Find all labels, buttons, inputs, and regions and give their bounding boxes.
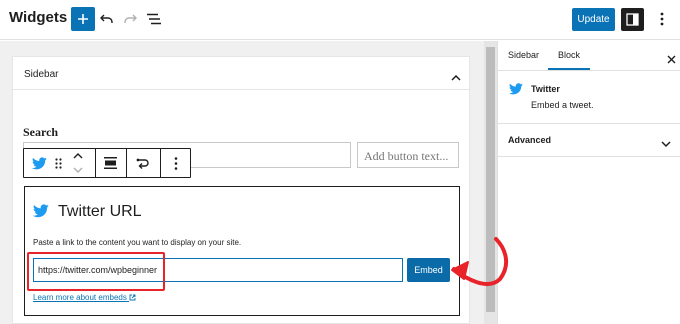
twitter-icon bbox=[33, 204, 49, 218]
replace-icon bbox=[136, 158, 149, 169]
move-down-icon bbox=[73, 167, 83, 173]
update-button[interactable]: Update bbox=[572, 8, 615, 31]
drag-handle-icon bbox=[54, 157, 62, 169]
undo-button[interactable] bbox=[97, 9, 117, 29]
external-link-icon bbox=[129, 294, 136, 301]
add-block-button[interactable] bbox=[71, 7, 95, 31]
learn-more-label: Learn more about embeds bbox=[33, 293, 127, 302]
add-button-text-input[interactable]: Add button text... bbox=[357, 142, 459, 168]
embed-instructions: Paste a link to the content you want to … bbox=[33, 238, 242, 247]
align-icon bbox=[104, 157, 117, 169]
more-options-icon bbox=[660, 12, 664, 26]
block-card-icon bbox=[509, 82, 523, 100]
settings-sidebar-icon bbox=[626, 13, 639, 26]
tab-sidebar[interactable]: Sidebar bbox=[508, 50, 539, 60]
twitter-embed-icon-wrap bbox=[33, 204, 49, 223]
tabs-divider bbox=[498, 70, 680, 71]
advanced-panel-toggle[interactable]: Advanced bbox=[508, 135, 551, 145]
arrow-icon bbox=[451, 237, 509, 286]
chevron-up-icon bbox=[451, 74, 461, 81]
block-card-description: Embed a tweet. bbox=[531, 100, 594, 110]
block-card-title: Twitter bbox=[531, 84, 560, 94]
card-divider bbox=[498, 123, 680, 124]
move-down-button[interactable] bbox=[68, 163, 88, 177]
list-view-icon bbox=[147, 13, 161, 25]
embed-title: Twitter URL bbox=[58, 203, 142, 220]
page-title: Widgets bbox=[9, 9, 68, 26]
settings-toggle-button[interactable] bbox=[621, 8, 644, 31]
replace-button[interactable] bbox=[127, 149, 159, 177]
close-settings-button[interactable] bbox=[661, 49, 680, 69]
block-type-button[interactable] bbox=[28, 149, 50, 177]
learn-more-link[interactable]: Learn more about embeds bbox=[33, 293, 136, 302]
more-options-button[interactable] bbox=[652, 9, 672, 29]
twitter-icon bbox=[31, 156, 47, 169]
align-button[interactable] bbox=[96, 149, 125, 177]
advanced-expand-button[interactable] bbox=[656, 134, 676, 154]
panel-divider bbox=[13, 89, 469, 90]
more-options-icon bbox=[174, 156, 177, 170]
move-up-icon bbox=[73, 153, 83, 159]
collapse-panel-button[interactable] bbox=[446, 67, 466, 87]
widget-area-title[interactable]: Sidebar bbox=[24, 69, 58, 80]
close-icon bbox=[667, 55, 675, 63]
list-view-button[interactable] bbox=[144, 9, 164, 29]
annotation-arrow bbox=[440, 225, 512, 300]
undo-icon bbox=[100, 14, 113, 23]
search-block-label: Search bbox=[23, 125, 59, 139]
advanced-divider bbox=[498, 156, 680, 157]
annotation-highlight-box bbox=[27, 252, 165, 291]
move-up-button[interactable] bbox=[68, 149, 88, 163]
chevron-down-icon bbox=[661, 140, 671, 147]
redo-button[interactable] bbox=[120, 9, 140, 29]
block-toolbar bbox=[23, 148, 191, 178]
redo-icon bbox=[124, 14, 137, 23]
twitter-icon bbox=[509, 83, 523, 95]
tab-block[interactable]: Block bbox=[558, 50, 580, 60]
block-options-button[interactable] bbox=[161, 149, 190, 177]
plus-icon bbox=[78, 14, 88, 24]
drag-handle[interactable] bbox=[51, 149, 65, 177]
